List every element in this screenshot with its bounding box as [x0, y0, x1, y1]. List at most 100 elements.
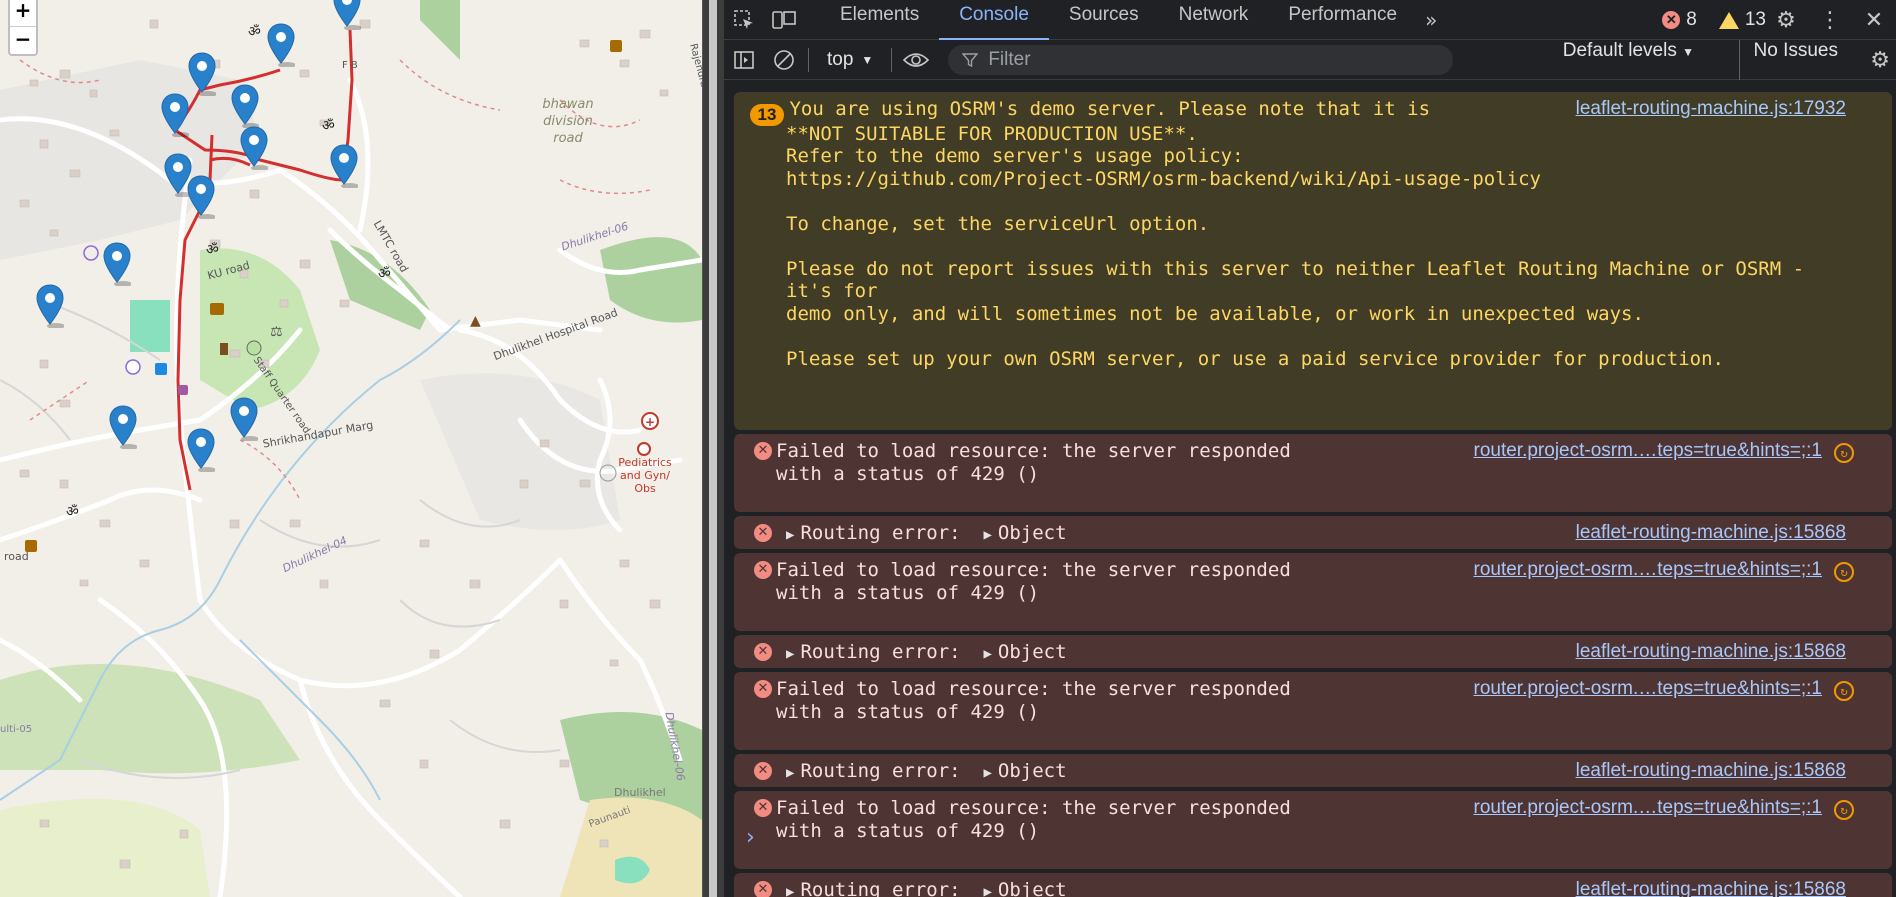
map-marker-pin-icon[interactable] — [103, 242, 132, 287]
error-source-link[interactable]: leaflet-routing-machine.js:15868 — [1576, 879, 1846, 897]
pane-splitter[interactable] — [702, 0, 724, 897]
error-source-link[interactable]: leaflet-routing-machine.js:15868 — [1576, 522, 1846, 544]
warning-source-link[interactable]: leaflet-routing-machine.js:17932 — [1576, 98, 1846, 120]
issues-button[interactable]: No Issues — [1738, 40, 1838, 80]
map-marker-pin-icon[interactable] — [187, 428, 216, 473]
expand-triangle-icon[interactable]: ▶ — [786, 762, 794, 785]
toolbar-divider — [891, 47, 893, 72]
network-error-message[interactable]: ✕ router.project-osrm.…teps=true&hints=;:… — [734, 672, 1892, 750]
inspect-element-icon[interactable] — [724, 0, 764, 40]
network-request-icon[interactable]: ↻ — [1834, 800, 1854, 820]
live-expression-eye-icon[interactable] — [896, 40, 936, 80]
error-icon: ✕ — [754, 881, 772, 897]
warning-count: 13 — [1744, 9, 1766, 30]
map-marker-pin-icon[interactable] — [36, 284, 65, 329]
zoom-control: + − — [8, 0, 38, 56]
warning-line-text: To change, set the serviceUrl option. — [786, 212, 1210, 235]
map-marker-pin-icon[interactable] — [161, 93, 190, 138]
expand-object-icon[interactable]: ▶ — [983, 524, 991, 547]
svg-text:ॐ: ॐ — [206, 242, 219, 258]
error-source-link[interactable]: leaflet-routing-machine.js:15868 — [1576, 641, 1846, 663]
map-label-pediatrics: Pediatrics and Gyn/ Obs — [618, 456, 672, 495]
expand-triangle-icon[interactable]: ▶ — [786, 524, 794, 547]
map-label-bhawan: bhawan division road — [542, 97, 594, 146]
expand-object-icon[interactable]: ▶ — [983, 881, 991, 897]
svg-text:▲: ▲ — [470, 313, 481, 329]
usage-policy-link[interactable]: https://github.com/Project-OSRM/osrm-bac… — [776, 168, 1892, 191]
svg-text:ॐ: ॐ — [248, 24, 261, 40]
warning-line — [776, 325, 1892, 348]
map-marker-pin-icon[interactable] — [240, 126, 269, 171]
routing-error-message[interactable]: ✕ leaflet-routing-machine.js:15868 ▶ Routin… — [734, 635, 1892, 668]
map-marker-pin-icon[interactable] — [187, 175, 216, 220]
tab-elements[interactable]: Elements — [820, 0, 939, 40]
svg-text:+: + — [645, 415, 655, 429]
network-error-message[interactable]: ✕ router.project-osrm.…teps=true&hints=;:… — [734, 434, 1892, 512]
splitter-grip[interactable] — [709, 0, 717, 897]
repeat-count-badge: 13 — [750, 104, 784, 126]
filter-input[interactable]: Filter — [948, 44, 1454, 75]
network-error-message[interactable]: ✕ router.project-osrm.…teps=true&hints=;:… — [734, 791, 1892, 869]
zoom-out-button[interactable]: − — [10, 26, 36, 54]
device-toolbar-icon[interactable] — [764, 0, 804, 40]
routing-error-message[interactable]: ✕ leaflet-routing-machine.js:15868 ▶ Routin… — [734, 516, 1892, 549]
warning-line-text[interactable]: https://github.com/Project-OSRM/osrm-bac… — [786, 168, 1541, 190]
error-source-link[interactable]: leaflet-routing-machine.js:15868 — [1576, 760, 1846, 782]
network-request-icon[interactable]: ↻ — [1834, 562, 1854, 582]
map-marker-pin-icon[interactable] — [109, 405, 138, 450]
map-label-fb: F B — [342, 60, 358, 71]
more-tabs-icon[interactable]: » — [1417, 8, 1445, 32]
map-marker-pin-icon[interactable] — [230, 397, 259, 442]
map-view[interactable]: ॐ ॐ ॐ ॐ ॐ ⚖ ▲ + + − bhawan division road Dhu… — [0, 0, 702, 897]
more-options-icon[interactable]: ⋮ — [1808, 8, 1852, 33]
zoom-in-button[interactable]: + — [10, 0, 36, 26]
error-object[interactable]: Object — [998, 641, 1067, 663]
map-marker-pin-icon[interactable] — [231, 84, 260, 129]
issue-counters[interactable]: ✕ 8 13 — [1662, 0, 1766, 40]
tab-network[interactable]: Network — [1159, 0, 1269, 40]
error-source-link[interactable]: router.project-osrm.…teps=true&hints=;:1 — [1474, 797, 1823, 819]
network-request-icon[interactable]: ↻ — [1834, 443, 1854, 463]
expand-object-icon[interactable]: ▶ — [983, 762, 991, 785]
tab-sources[interactable]: Sources — [1049, 0, 1159, 40]
clear-console-icon[interactable] — [764, 40, 804, 80]
map-marker-pin-icon[interactable] — [330, 144, 359, 189]
map-marker-pin-icon[interactable] — [333, 0, 362, 31]
context-value: top — [827, 48, 854, 70]
close-devtools-icon[interactable]: ✕ — [1852, 8, 1896, 33]
warning-message[interactable]: 13 leaflet-routing-machine.js:17932 ▶You… — [734, 92, 1892, 430]
error-object[interactable]: Object — [998, 760, 1067, 782]
console-prompt[interactable]: › — [746, 825, 755, 850]
warning-text: ▶You are using OSRM's demo server. Pleas… — [775, 98, 1892, 370]
settings-gear-icon[interactable]: ⚙ — [1764, 8, 1808, 33]
context-selector[interactable]: top ▼ — [813, 49, 887, 71]
log-levels-dropdown[interactable]: Default levels ▼ — [1563, 40, 1694, 80]
expand-triangle-icon[interactable]: ▶ — [786, 881, 794, 897]
error-object[interactable]: Object — [998, 879, 1067, 897]
expand-triangle-icon[interactable]: ▶ — [786, 643, 794, 666]
expand-object-icon[interactable]: ▶ — [983, 643, 991, 666]
console-settings-gear-icon[interactable]: ⚙ — [1870, 48, 1890, 73]
error-text: with a status of 429 () — [776, 462, 1040, 485]
map-marker-pin-icon[interactable] — [188, 52, 217, 97]
chevron-down-icon: ▼ — [1682, 45, 1694, 59]
network-error-message[interactable]: ✕ router.project-osrm.…teps=true&hints=;:… — [734, 553, 1892, 631]
warning-line: Refer to the demo server's usage policy: — [776, 145, 1892, 168]
error-source-link[interactable]: router.project-osrm.…teps=true&hints=;:1 — [1474, 559, 1823, 581]
svg-text:⚖: ⚖ — [270, 324, 283, 340]
error-object[interactable]: Object — [998, 522, 1067, 544]
routing-error-message[interactable]: ✕ leaflet-routing-machine.js:15868 ▶ Routin… — [734, 873, 1892, 897]
error-text: with a status of 429 () — [776, 581, 1040, 604]
routing-error-message[interactable]: ✕ leaflet-routing-machine.js:15868 ▶ Routin… — [734, 754, 1892, 787]
network-request-icon[interactable]: ↻ — [1834, 681, 1854, 701]
tab-console[interactable]: Console — [939, 0, 1049, 40]
filter-funnel-icon — [962, 52, 979, 67]
map-marker-pin-icon[interactable] — [267, 23, 296, 68]
sidebar-toggle-icon[interactable] — [724, 40, 764, 80]
map-label-ulti-05: ulti-05 — [0, 724, 33, 735]
error-icon: ✕ — [754, 762, 772, 780]
error-source-link[interactable]: router.project-osrm.…teps=true&hints=;:1 — [1474, 440, 1823, 462]
svg-text:ॐ: ॐ — [66, 504, 79, 520]
tab-performance[interactable]: Performance — [1268, 0, 1417, 40]
error-source-link[interactable]: router.project-osrm.…teps=true&hints=;:1 — [1474, 678, 1823, 700]
